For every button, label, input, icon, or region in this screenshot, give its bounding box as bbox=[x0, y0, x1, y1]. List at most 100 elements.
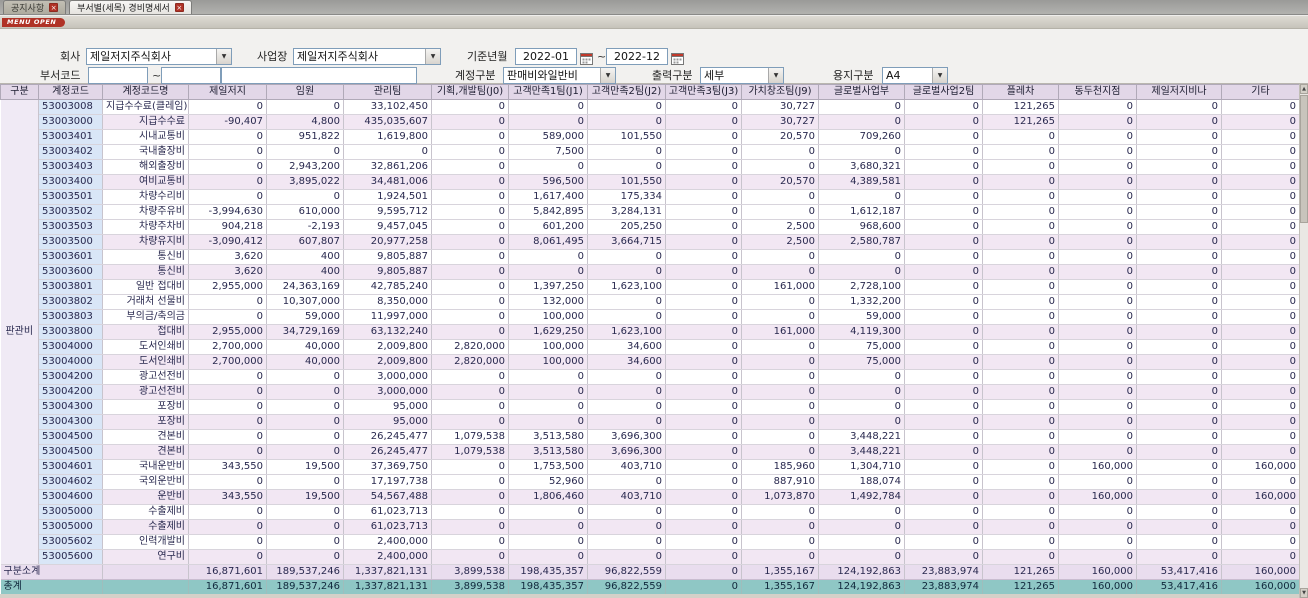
amount-cell[interactable]: 0 bbox=[587, 519, 666, 535]
amount-cell[interactable]: 0 bbox=[1136, 429, 1222, 445]
amount-cell[interactable]: 0 bbox=[818, 384, 905, 400]
amount-cell[interactable]: 0 bbox=[431, 399, 509, 415]
account-name[interactable]: 통신비 bbox=[102, 249, 189, 265]
amount-cell[interactable]: 1,806,460 bbox=[508, 489, 588, 505]
amount-cell[interactable]: 0 bbox=[665, 264, 742, 280]
amount-cell[interactable]: 0 bbox=[1221, 444, 1300, 460]
amount-cell[interactable]: 9,595,712 bbox=[343, 204, 432, 220]
amount-cell[interactable]: 0 bbox=[741, 294, 819, 310]
amount-cell[interactable]: 0 bbox=[587, 369, 666, 385]
table-row[interactable]: 53004500 견본비 0 0 26,245,477 1,079,538 3,513,58… bbox=[0, 444, 1300, 460]
summary-row[interactable]: 구분소계 16,871,601 189,537,246 1,337,821,131 3,… bbox=[0, 564, 1300, 580]
amount-cell[interactable]: 0 bbox=[188, 444, 267, 460]
amount-cell[interactable]: 0 bbox=[1221, 534, 1300, 550]
account-name[interactable]: 차량주차비 bbox=[102, 219, 189, 235]
table-row[interactable]: 53004602 국외운반비 0 0 17,197,738 0 52,960 0 0 887,91… bbox=[0, 474, 1300, 490]
amount-cell[interactable]: 19,500 bbox=[266, 489, 344, 505]
column-header[interactable]: 고객만족3팀(J3) bbox=[665, 84, 742, 100]
account-name[interactable]: 운반비 bbox=[102, 489, 189, 505]
account-name[interactable]: 광고선전비 bbox=[102, 384, 189, 400]
amount-cell[interactable]: 0 bbox=[818, 99, 905, 115]
site-select[interactable]: 제일저지주식회사 ▼ bbox=[293, 48, 441, 65]
account-code[interactable]: 53003501 bbox=[38, 189, 103, 205]
close-icon[interactable]: × bbox=[49, 3, 59, 12]
amount-cell[interactable]: 0 bbox=[818, 519, 905, 535]
amount-cell[interactable]: 0 bbox=[587, 414, 666, 430]
amount-cell[interactable]: 0 bbox=[587, 294, 666, 310]
amount-cell[interactable]: 0 bbox=[741, 144, 819, 160]
amount-cell[interactable]: 96,822,559 bbox=[587, 564, 666, 580]
amount-cell[interactable]: 0 bbox=[665, 519, 742, 535]
amount-cell[interactable]: 2,580,787 bbox=[818, 234, 905, 250]
amount-cell[interactable]: 0 bbox=[188, 294, 267, 310]
column-header[interactable]: 플레차 bbox=[982, 84, 1059, 100]
amount-cell[interactable]: 435,035,607 bbox=[343, 114, 432, 130]
column-header[interactable]: 계정코드명 bbox=[102, 84, 189, 100]
amount-cell[interactable]: 63,132,240 bbox=[343, 324, 432, 340]
amount-cell[interactable]: 42,785,240 bbox=[343, 279, 432, 295]
amount-cell[interactable]: 53,417,416 bbox=[1136, 564, 1222, 580]
amount-cell[interactable]: 0 bbox=[665, 144, 742, 160]
amount-cell[interactable]: 0 bbox=[1136, 129, 1222, 145]
amount-cell[interactable]: 124,192,863 bbox=[818, 579, 905, 595]
amount-cell[interactable]: 0 bbox=[904, 114, 983, 130]
amount-cell[interactable]: 0 bbox=[665, 129, 742, 145]
amount-cell[interactable]: 34,600 bbox=[587, 339, 666, 355]
amount-cell[interactable]: 0 bbox=[1136, 204, 1222, 220]
amount-cell[interactable]: 30,727 bbox=[741, 114, 819, 130]
amount-cell[interactable]: 0 bbox=[266, 414, 344, 430]
dept-name-input[interactable] bbox=[221, 67, 417, 84]
amount-cell[interactable]: 16,871,601 bbox=[188, 579, 267, 595]
dept-code-from-input[interactable] bbox=[88, 67, 148, 84]
amount-cell[interactable]: 0 bbox=[665, 474, 742, 490]
amount-cell[interactable]: 0 bbox=[741, 369, 819, 385]
amount-cell[interactable]: 0 bbox=[1221, 369, 1300, 385]
column-header[interactable]: 고객만족2팀(J2) bbox=[587, 84, 666, 100]
amount-cell[interactable]: 0 bbox=[904, 279, 983, 295]
account-code[interactable]: 53003502 bbox=[38, 204, 103, 220]
account-name[interactable]: 차량유지비 bbox=[102, 234, 189, 250]
amount-cell[interactable]: 0 bbox=[431, 219, 509, 235]
horizontal-scrollbar[interactable] bbox=[0, 594, 1299, 598]
amount-cell[interactable]: 3,899,538 bbox=[431, 564, 509, 580]
amount-cell[interactable]: 0 bbox=[587, 504, 666, 520]
amount-cell[interactable]: 0 bbox=[1136, 234, 1222, 250]
amount-cell[interactable]: 0 bbox=[982, 504, 1059, 520]
amount-cell[interactable]: 0 bbox=[1221, 519, 1300, 535]
amount-cell[interactable]: 5,842,895 bbox=[508, 204, 588, 220]
amount-cell[interactable]: -90,407 bbox=[188, 114, 267, 130]
amount-cell[interactable]: 0 bbox=[665, 489, 742, 505]
amount-cell[interactable]: 61,023,713 bbox=[343, 519, 432, 535]
amount-cell[interactable]: 400 bbox=[266, 264, 344, 280]
amount-cell[interactable]: 0 bbox=[188, 414, 267, 430]
amount-cell[interactable]: 0 bbox=[508, 384, 588, 400]
amount-cell[interactable]: 0 bbox=[1058, 189, 1137, 205]
amount-cell[interactable]: 0 bbox=[982, 339, 1059, 355]
amount-cell[interactable]: 52,960 bbox=[508, 474, 588, 490]
amount-cell[interactable]: 0 bbox=[1136, 444, 1222, 460]
amount-cell[interactable]: 0 bbox=[431, 414, 509, 430]
amount-cell[interactable]: 0 bbox=[1058, 219, 1137, 235]
amount-cell[interactable]: 0 bbox=[1136, 384, 1222, 400]
account-name[interactable]: 견본비 bbox=[102, 444, 189, 460]
amount-cell[interactable]: 0 bbox=[1221, 129, 1300, 145]
column-header[interactable]: 글로벌사업부 bbox=[818, 84, 905, 100]
amount-cell[interactable]: 0 bbox=[982, 324, 1059, 340]
amount-cell[interactable]: 160,000 bbox=[1058, 459, 1137, 475]
amount-cell[interactable]: 0 bbox=[904, 99, 983, 115]
amount-cell[interactable]: 34,600 bbox=[587, 354, 666, 370]
amount-cell[interactable]: 0 bbox=[1058, 399, 1137, 415]
amount-cell[interactable]: 160,000 bbox=[1058, 579, 1137, 595]
amount-cell[interactable]: 0 bbox=[982, 474, 1059, 490]
amount-cell[interactable]: 100,000 bbox=[508, 339, 588, 355]
amount-cell[interactable]: 0 bbox=[188, 429, 267, 445]
table-row[interactable]: 53004000 도서인쇄비 2,700,000 40,000 2,009,800 2,8… bbox=[0, 339, 1300, 355]
account-code[interactable]: 53005600 bbox=[38, 549, 103, 565]
table-row[interactable]: 53003600 통신비 3,620 400 9,805,887 0 0 0 0 0 0 0 0 0 0 0 bbox=[0, 264, 1300, 280]
amount-cell[interactable]: 0 bbox=[904, 159, 983, 175]
table-row[interactable]: 53003800 접대비 2,955,000 34,729,169 63,132,240… bbox=[0, 324, 1300, 340]
amount-cell[interactable]: 0 bbox=[1058, 324, 1137, 340]
amount-cell[interactable]: 0 bbox=[904, 174, 983, 190]
amount-cell[interactable]: 0 bbox=[431, 234, 509, 250]
amount-cell[interactable]: 61,023,713 bbox=[343, 504, 432, 520]
